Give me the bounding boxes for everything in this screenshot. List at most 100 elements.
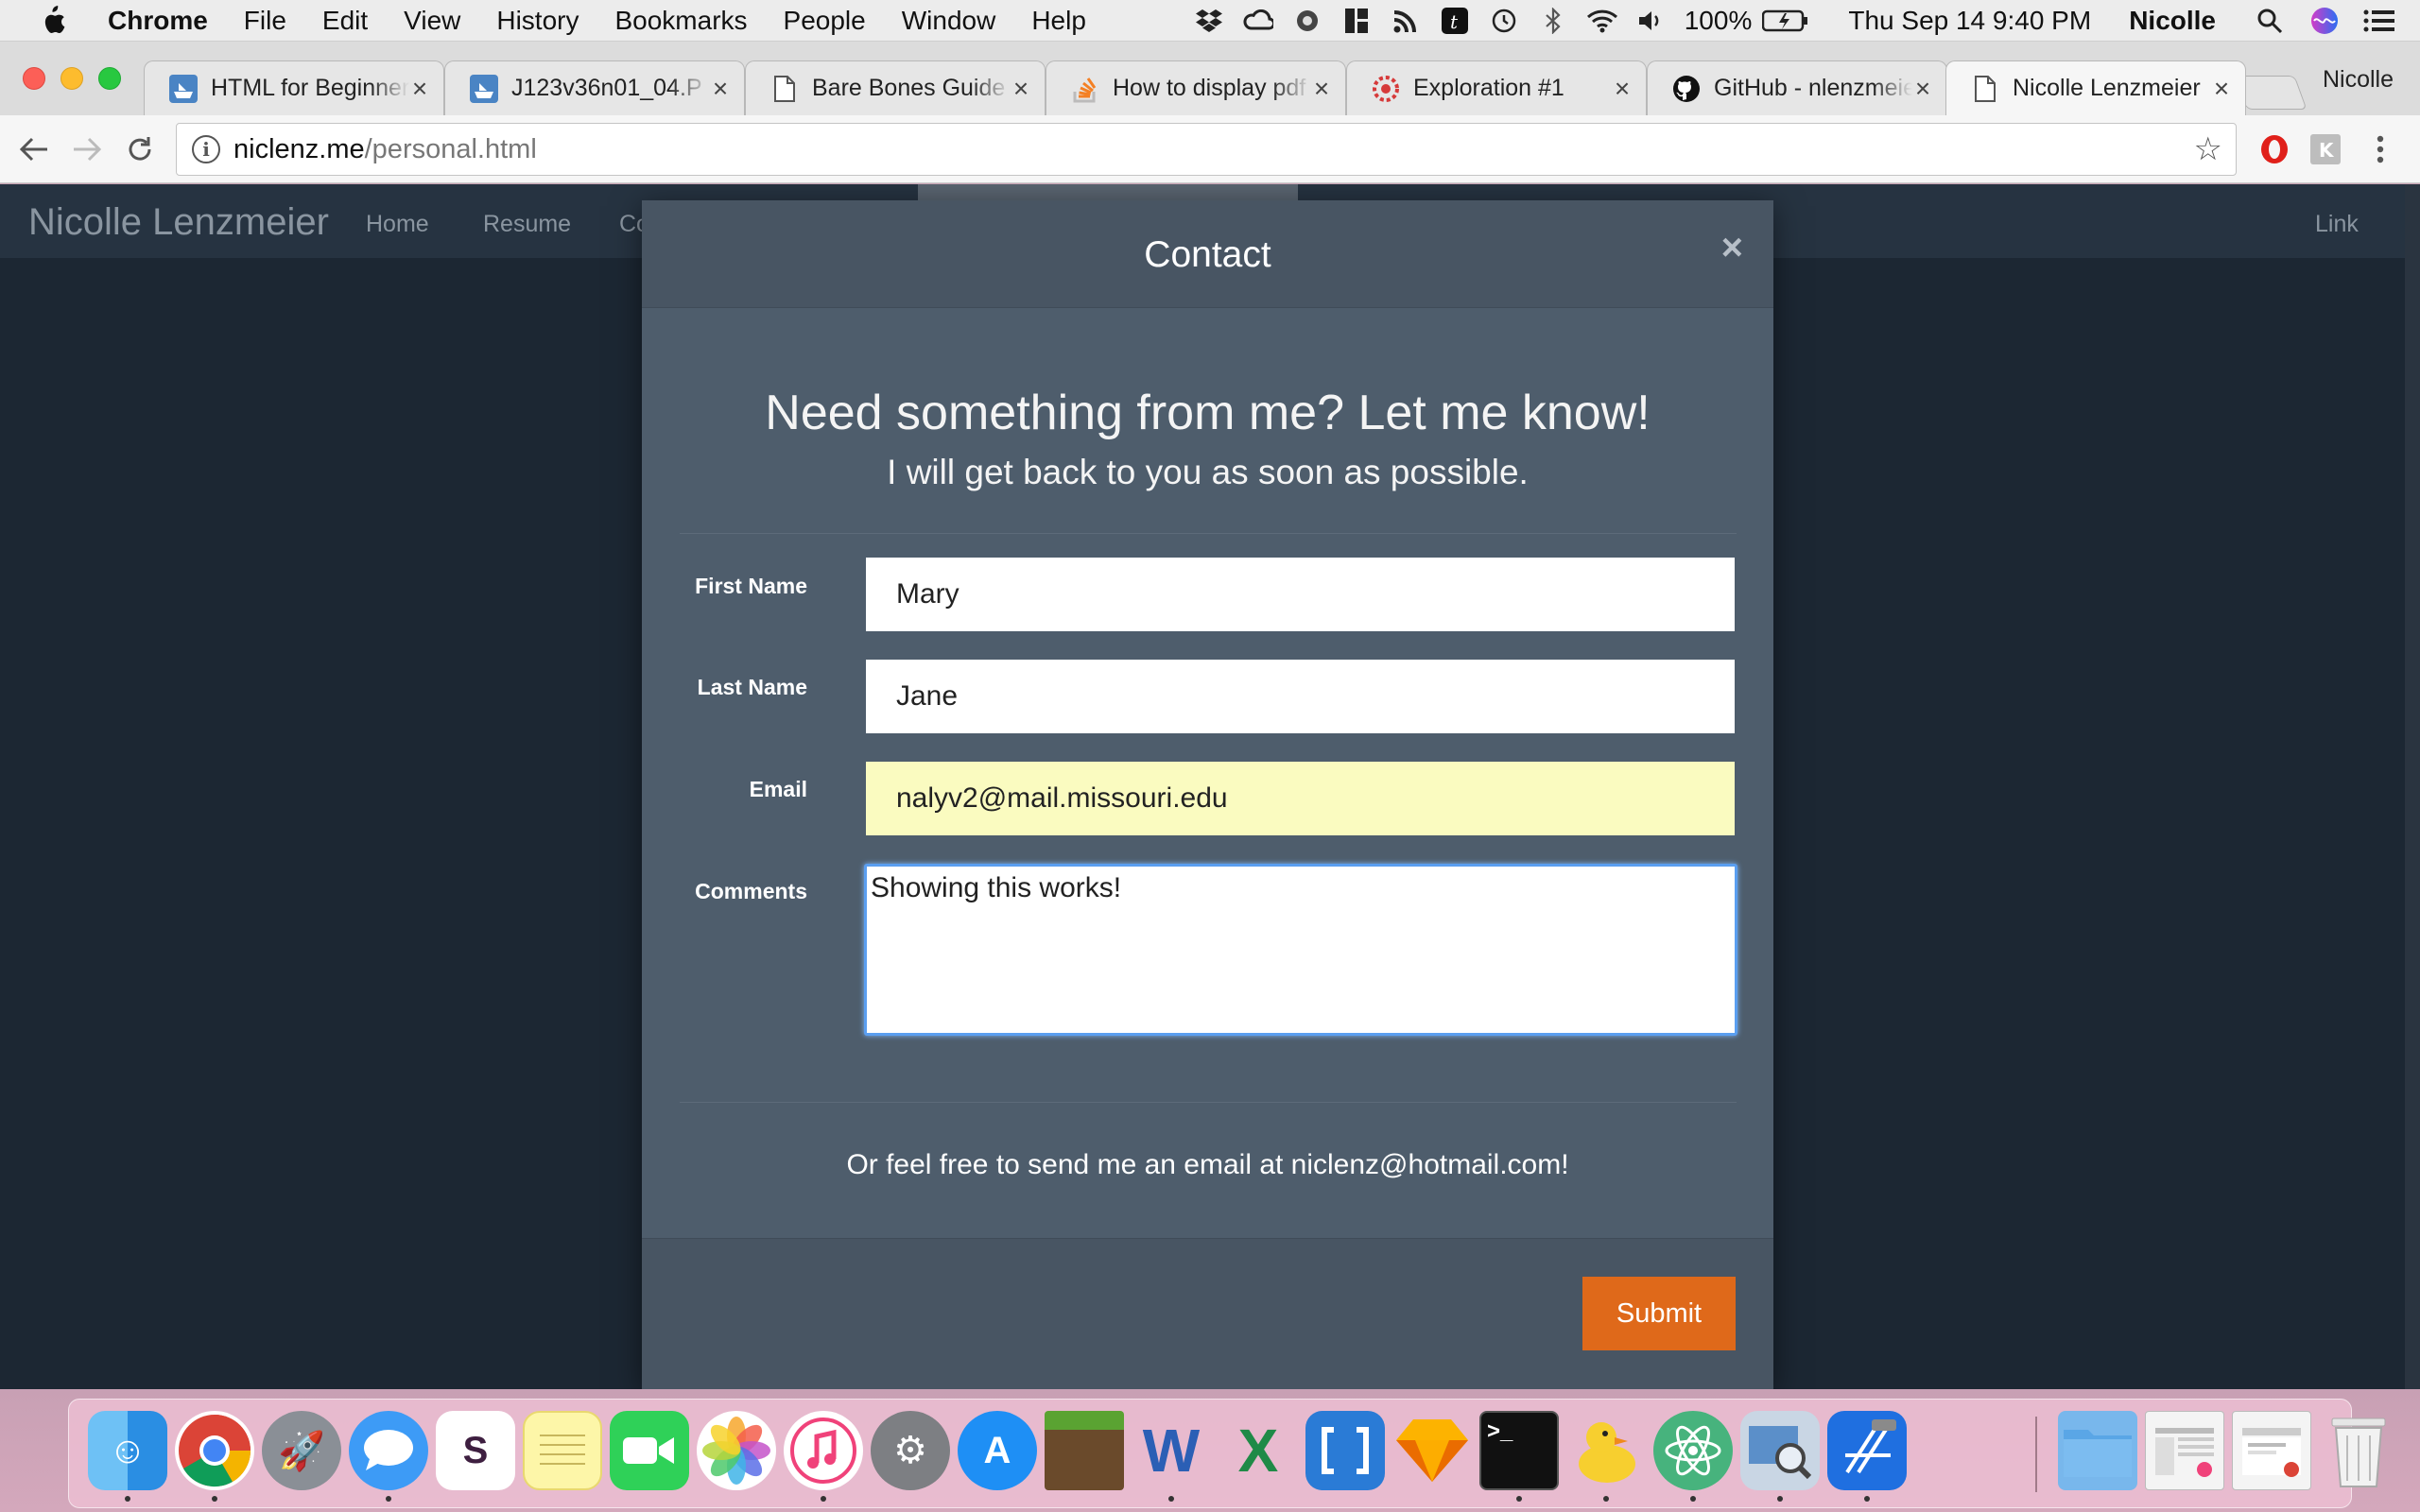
sync-icon[interactable] (1291, 7, 1323, 35)
close-icon[interactable]: × (1721, 227, 1743, 269)
nav-resume[interactable]: Resume (483, 211, 571, 238)
chrome-menu-icon[interactable] (2361, 130, 2399, 168)
minecraft-icon[interactable] (1045, 1411, 1124, 1490)
forward-button[interactable] (68, 130, 106, 168)
excel-icon[interactable]: X (1219, 1411, 1298, 1490)
submit-button[interactable]: Submit (1582, 1277, 1736, 1350)
photos-icon[interactable] (697, 1411, 776, 1490)
tab-close-icon[interactable]: × (710, 74, 731, 104)
chrome-icon[interactable] (175, 1411, 254, 1490)
nav-link[interactable]: Link (2315, 211, 2359, 238)
tab-how-to-display-pdf[interactable]: How to display pdf × (1046, 60, 1346, 115)
current-user[interactable]: Nicolle (2129, 6, 2216, 36)
running-indicator (212, 1496, 217, 1502)
wifi-icon[interactable] (1586, 7, 1618, 35)
rss-icon[interactable] (1390, 7, 1422, 35)
grid-icon[interactable] (1340, 7, 1373, 35)
back-button[interactable] (15, 130, 53, 168)
menu-view[interactable]: View (404, 6, 460, 36)
address-bar[interactable]: i niclenz.me /personal.html ☆ (176, 123, 2237, 176)
email-note: Or feel free to send me an email at nicl… (846, 1149, 1569, 1180)
typora-icon[interactable]: t (1439, 7, 1471, 35)
email-field[interactable] (866, 762, 1735, 835)
last-name-field[interactable] (866, 660, 1735, 733)
preview-icon[interactable] (1740, 1411, 1820, 1490)
time-machine-icon[interactable] (1488, 7, 1520, 35)
menu-edit[interactable]: Edit (322, 6, 368, 36)
site-brand[interactable]: Nicolle Lenzmeier (28, 201, 329, 244)
running-indicator (821, 1496, 826, 1502)
tab-close-icon[interactable]: × (1011, 74, 1031, 104)
svg-text:K: K (2319, 139, 2335, 162)
menu-chrome[interactable]: Chrome (108, 6, 208, 36)
slack-icon[interactable]: S (436, 1411, 515, 1490)
itunes-window-thumbnail[interactable] (2145, 1411, 2224, 1490)
running-indicator (1168, 1496, 1174, 1502)
tab-bare-bones-guide[interactable]: Bare Bones Guide × (745, 60, 1046, 115)
menu-window[interactable]: Window (902, 6, 996, 36)
chrome-window-thumbnail[interactable] (2232, 1411, 2311, 1490)
tab-close-icon[interactable]: × (2211, 74, 2232, 104)
downloads-folder-icon[interactable] (2058, 1411, 2137, 1490)
itunes-icon[interactable] (784, 1411, 863, 1490)
bluetooth-icon[interactable] (1537, 7, 1569, 35)
running-indicator (1777, 1496, 1783, 1502)
page-scroll-edge (2405, 184, 2420, 1389)
tab-close-icon[interactable]: × (409, 74, 430, 104)
contact-headline: Need something from me? Let me know! (765, 386, 1651, 440)
notes-icon[interactable] (523, 1411, 602, 1490)
cyberduck-icon[interactable] (1566, 1411, 1646, 1490)
creative-cloud-icon[interactable] (1242, 7, 1274, 35)
tab-j123v36n01[interactable]: J123v36n01_04.P × (444, 60, 745, 115)
app-store-icon[interactable]: A (958, 1411, 1037, 1490)
tab-close-icon[interactable]: × (1912, 74, 1933, 104)
site-info-icon[interactable]: i (192, 135, 220, 163)
xcode-icon[interactable] (1827, 1411, 1907, 1490)
tab-html-for-beginners[interactable]: HTML for Beginners × (144, 60, 444, 115)
tab-close-icon[interactable]: × (1311, 74, 1332, 104)
nav-home[interactable]: Home (366, 211, 429, 238)
first-name-field[interactable] (866, 558, 1735, 631)
system-preferences-icon[interactable]: ⚙ (871, 1411, 950, 1490)
messages-icon[interactable] (349, 1411, 428, 1490)
battery-icon[interactable] (1761, 7, 1810, 35)
brackets-icon[interactable] (1305, 1411, 1385, 1490)
menubar-status-area: t 100% Thu Sep 14 9:40 PM Nicolle (1193, 0, 2420, 42)
siri-icon[interactable] (2308, 7, 2341, 35)
menu-file[interactable]: File (244, 6, 286, 36)
atom-icon[interactable] (1653, 1411, 1733, 1490)
bookmark-star-icon[interactable]: ☆ (2194, 130, 2222, 168)
menu-bookmarks[interactable]: Bookmarks (614, 6, 747, 36)
modal-header: Contact × (642, 200, 1773, 308)
tab-title: Nicolle Lenzmeier (2013, 75, 2201, 101)
last-name-label: Last Name (697, 675, 807, 699)
sketch-icon[interactable] (1392, 1411, 1472, 1490)
tab-exploration-1[interactable]: Exploration #1 × (1346, 60, 1647, 115)
tab-github[interactable]: GitHub - nlenzmeier × (1647, 60, 1947, 115)
tab-close-icon[interactable]: × (1612, 74, 1633, 104)
chrome-profile-name[interactable]: Nicolle (2323, 66, 2394, 94)
extension-icon[interactable]: K (2307, 130, 2344, 168)
opera-extension-icon[interactable] (2256, 130, 2293, 168)
notification-center-icon[interactable] (2363, 7, 2395, 35)
terminal-icon[interactable]: >_ (1479, 1411, 1559, 1490)
close-window-button[interactable] (23, 67, 45, 90)
zoom-window-button[interactable] (98, 67, 121, 90)
spotlight-icon[interactable] (2254, 7, 2286, 35)
launchpad-icon[interactable]: 🚀 (262, 1411, 341, 1490)
tab-nicolle-lenzmeier[interactable]: Nicolle Lenzmeier × (1945, 60, 2246, 115)
apple-menu-icon[interactable] (38, 5, 66, 37)
reload-button[interactable] (121, 130, 159, 168)
finder-icon[interactable]: ☺ (88, 1411, 167, 1490)
dropbox-icon[interactable] (1193, 7, 1225, 35)
clock[interactable]: Thu Sep 14 9:40 PM (1848, 6, 2091, 36)
facetime-icon[interactable] (610, 1411, 689, 1490)
menu-history[interactable]: History (496, 6, 579, 36)
minimize-window-button[interactable] (60, 67, 83, 90)
menu-help[interactable]: Help (1031, 6, 1086, 36)
menu-people[interactable]: People (784, 6, 866, 36)
comments-textarea[interactable] (864, 864, 1737, 1036)
volume-icon[interactable] (1635, 7, 1668, 35)
trash-icon[interactable] (2319, 1411, 2398, 1490)
word-icon[interactable]: W (1132, 1411, 1211, 1490)
